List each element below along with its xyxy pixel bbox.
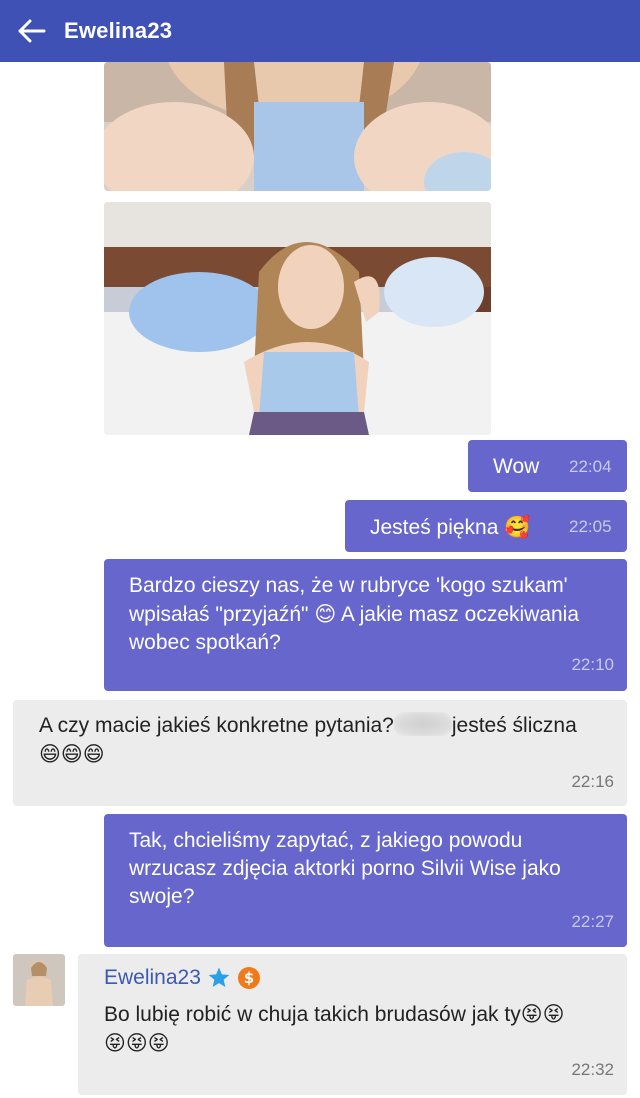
message-bubble-outgoing[interactable]: Jesteś piękna 🥰 22:05 [345,500,627,552]
message-time: 22:16 [571,772,614,791]
squinting-tongue-emoji: 😝😝 [520,1002,565,1026]
chat-thread[interactable]: Wow 22:04 Jesteś piękna 🥰 22:05 Bardzo c… [0,62,640,1098]
message-text: Wow [493,455,540,478]
message-bubble-incoming[interactable]: A czy macie jakieś konkretne pytania? jes… [13,700,627,806]
sender-name: Ewelina23 [104,966,201,989]
message-bubble-outgoing[interactable]: Tak, chcieliśmy zapytać, z jakiego powod… [104,814,627,947]
app-header: Ewelina23 [0,0,640,62]
sender-row: Ewelina23 $ [104,966,261,990]
avatar[interactable] [13,954,65,1006]
message-bubble-incoming[interactable]: Ewelina23 $ Bo lubię robić w chuja takic… [78,954,627,1095]
squinting-tongue-emoji: 😝😝😝 [104,1031,170,1055]
star-icon [208,967,230,987]
message-text: Bo lubię robić w chuja takich brudasów j… [104,1003,521,1026]
grinning-face-emoji: 😄😄😄 [39,742,105,766]
arrow-left-icon [18,19,46,43]
svg-text:$: $ [244,969,254,987]
message-text: A czy macie jakieś konkretne pytania? [39,714,394,737]
message-time: 22:04 [569,457,612,476]
message-text: Tak, chcieliśmy zapytać, z jakiego powod… [129,829,561,908]
back-button[interactable] [0,0,64,62]
message-text: jesteś śliczna [451,714,577,737]
message-time: 22:32 [571,1060,614,1079]
chat-title: Ewelina23 [64,18,173,43]
shared-photo[interactable] [104,202,491,435]
shared-photo[interactable] [104,62,491,191]
dollar-coin-icon: $ [237,967,260,989]
blurred-content [393,712,452,736]
smiling-face-emoji: 😊 [314,602,337,626]
message-time: 22:27 [571,912,614,931]
smiling-face-hearts-emoji: 🥰 [504,515,531,539]
message-bubble-outgoing[interactable]: Bardzo cieszy nas, że w rubryce 'kogo sz… [104,559,627,691]
message-text: Jesteś piękna [370,516,499,539]
message-time: 22:05 [569,517,612,536]
message-time: 22:10 [571,655,614,674]
message-bubble-outgoing[interactable]: Wow 22:04 [468,440,627,492]
